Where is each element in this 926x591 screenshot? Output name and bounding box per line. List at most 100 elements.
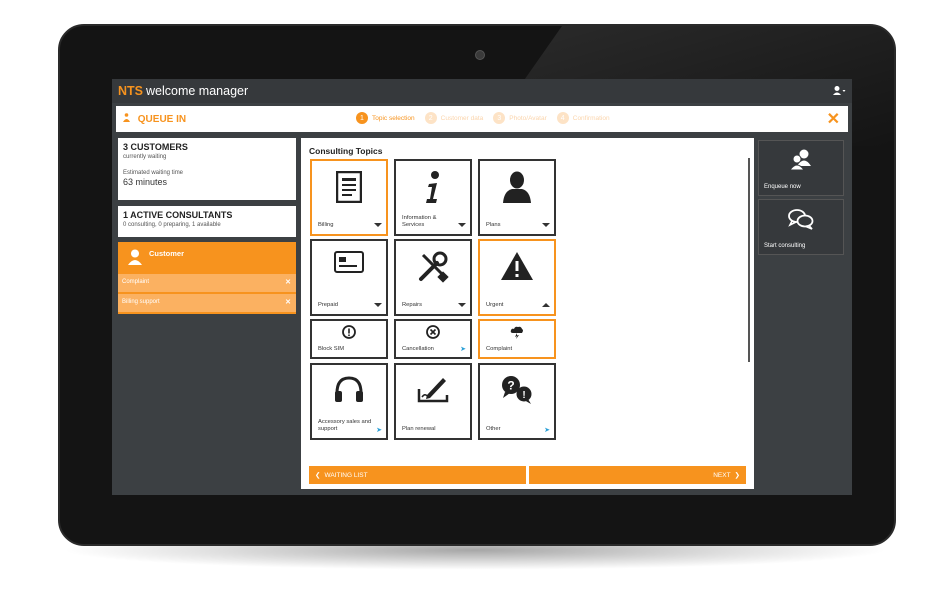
camera-icon — [475, 50, 485, 60]
step-photo-avatar[interactable]: 3 Photo/Avatar — [493, 112, 547, 124]
expand-arrow-icon — [542, 223, 550, 227]
active-consultants-box: 1 ACTIVE CONSULTANTS 0 consulting, 0 pre… — [118, 206, 296, 237]
panel-title: Consulting Topics — [309, 146, 383, 156]
step-label: Confirmation — [572, 114, 610, 122]
queue-step-bar: QUEUE IN 1 Topic selection 2 Customer da… — [116, 106, 848, 132]
send-icon: ➤ — [544, 427, 550, 434]
waiting-customers-box: 3 CUSTOMERS currently waiting Estimated … — [118, 138, 296, 200]
tile-label: Repairs — [402, 302, 422, 309]
queue-title: QUEUE IN — [122, 113, 186, 125]
customer-name: Customer — [149, 249, 185, 258]
tile-label: Plan renewal — [402, 426, 436, 433]
step-number: 4 — [556, 112, 569, 124]
remove-topic-icon[interactable]: ✕ — [285, 278, 291, 286]
user-menu-icon[interactable] — [832, 85, 846, 99]
step-confirmation[interactable]: 4 Confirmation — [556, 112, 610, 124]
tablet-frame: NTS welcome manager QUEUE IN 1 Topic sel… — [58, 24, 896, 546]
alert-circle-icon — [312, 325, 386, 344]
topic-tile-information-services[interactable]: Information & Services — [394, 159, 472, 236]
topic-tile-cancellation[interactable]: Cancellation ➤ — [394, 319, 472, 359]
chevron-right-icon: ❯ — [734, 472, 740, 479]
chat-bubbles-icon — [759, 208, 843, 235]
stage: NTS welcome manager QUEUE IN 1 Topic sel… — [0, 0, 926, 591]
enqueue-now-button[interactable]: Enqueue now — [758, 140, 844, 196]
enqueue-now-label: Enqueue now — [764, 184, 801, 190]
step-label: Customer data — [440, 114, 484, 122]
topic-tile-other[interactable]: ?! Other ➤ — [478, 363, 556, 440]
expand-arrow-icon — [458, 223, 466, 227]
warning-icon — [480, 251, 554, 286]
expand-arrow-icon — [374, 223, 382, 227]
topic-tile-plans[interactable]: Plans — [478, 159, 556, 236]
waiting-count: 3 CUSTOMERS — [123, 142, 188, 152]
step-indicator: 1 Topic selection 2 Customer data 3 Phot… — [356, 112, 610, 124]
pen-sign-icon — [396, 375, 470, 408]
title-bar: NTS welcome manager — [112, 79, 852, 103]
consultants-count: 1 ACTIVE CONSULTANTS — [123, 210, 233, 220]
tile-label: Billing — [318, 222, 334, 229]
step-customer-data[interactable]: 2 Customer data — [424, 112, 484, 124]
send-icon: ➤ — [376, 427, 382, 434]
consulting-topics-panel: Consulting Topics Billing Information & … — [301, 138, 754, 489]
scrollbar[interactable] — [748, 158, 750, 362]
brand-name: welcome manager — [146, 84, 249, 98]
cancel-circle-icon — [396, 325, 470, 344]
estimated-wait-label: Estimated waiting time — [123, 170, 184, 176]
topic-tile-repairs[interactable]: Repairs — [394, 239, 472, 316]
step-label: Photo/Avatar — [509, 114, 547, 122]
consultants-detail: 0 consulting, 0 preparing, 1 available — [123, 222, 221, 228]
topic-tile-accessory-sales[interactable]: Accessory sales and support ➤ — [310, 363, 388, 440]
topic-tile-complaint[interactable]: Complaint — [478, 319, 556, 359]
tile-label: Accessory sales and support — [318, 418, 372, 433]
step-number: 3 — [493, 112, 506, 124]
customer-topic-label: Billing support — [122, 299, 160, 305]
topic-tile-plan-renewal[interactable]: Plan renewal — [394, 363, 472, 440]
card-icon — [312, 251, 386, 278]
waiting-list-button[interactable]: ❮ WAITING LIST — [309, 466, 526, 484]
svg-text:!: ! — [522, 390, 525, 401]
queue-icon — [122, 113, 134, 125]
chevron-left-icon: ❮ — [315, 472, 321, 479]
brand-prefix: NTS — [118, 84, 143, 98]
headphones-icon — [312, 375, 386, 408]
estimated-wait-value: 63 minutes — [123, 177, 168, 187]
step-label: Topic selection — [372, 114, 415, 122]
step-number: 2 — [424, 112, 437, 124]
queue-title-text: QUEUE IN — [137, 114, 187, 125]
tile-label: Cancellation — [402, 346, 434, 353]
tile-label: Complaint — [486, 346, 513, 353]
start-consulting-button[interactable]: Start consulting — [758, 199, 844, 255]
tile-label: Plans — [486, 222, 501, 229]
tile-label: Prepaid — [318, 302, 338, 309]
close-icon[interactable]: ✕ — [827, 109, 840, 129]
customer-topic-label: Complaint — [122, 279, 150, 285]
person-icon — [480, 171, 554, 208]
tools-icon — [396, 251, 470, 288]
tile-label: Other — [486, 426, 501, 433]
customer-topic-item: Billing support ✕ — [118, 294, 296, 312]
waiting-subtitle: currently waiting — [123, 154, 167, 160]
info-icon — [396, 171, 470, 210]
topic-tile-billing[interactable]: Billing — [310, 159, 388, 236]
topic-tile-urgent[interactable]: Urgent — [478, 239, 556, 316]
topic-tile-prepaid[interactable]: Prepaid — [310, 239, 388, 316]
topic-tile-block-sim[interactable]: Block SIM — [310, 319, 388, 359]
customer-topic-item: Complaint ✕ — [118, 274, 296, 292]
step-topic-selection[interactable]: 1 Topic selection — [356, 112, 415, 124]
avatar-icon — [128, 249, 142, 265]
tile-label: Urgent — [486, 302, 504, 309]
people-icon — [759, 149, 843, 176]
svg-text:?: ? — [507, 379, 514, 393]
storm-cloud-icon — [480, 325, 554, 344]
send-icon: ➤ — [460, 346, 466, 353]
step-number: 1 — [356, 112, 368, 124]
expand-arrow-icon — [458, 303, 466, 307]
app-title: NTS welcome manager — [118, 84, 248, 98]
question-bubble-icon: ?! — [480, 375, 554, 410]
collapse-arrow-icon — [542, 303, 550, 307]
remove-topic-icon[interactable]: ✕ — [285, 298, 291, 306]
customer-header: Customer — [118, 242, 296, 272]
tile-label: Information & Services — [402, 214, 437, 229]
waiting-list-label: WAITING LIST — [324, 471, 368, 479]
next-button[interactable]: NEXT ❯ — [529, 466, 746, 484]
